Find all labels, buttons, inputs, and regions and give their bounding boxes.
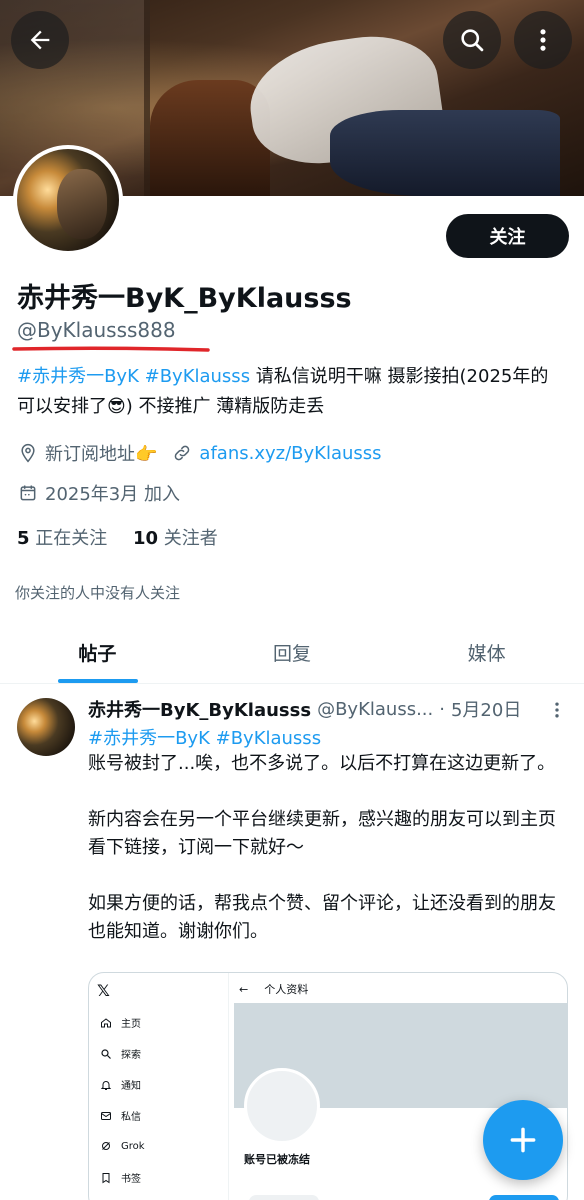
post-author-handle[interactable]: @ByKlauss... [317, 699, 433, 720]
embed-nav-label: 主页 [121, 1019, 141, 1030]
followers-stat[interactable]: 10 关注者 [133, 528, 218, 549]
link-icon [171, 442, 193, 464]
profile-bio: #赤井秀一ByK #ByKlausss 请私信说明干嘛 摄影接拍(2025年的可… [17, 362, 562, 422]
search-icon [461, 29, 484, 52]
embed-nav-label: 探索 [121, 1050, 141, 1061]
embed-top-bar: ← 个人资料 [239, 981, 308, 997]
post-separator: · [439, 698, 445, 720]
bio-hashtags[interactable]: #赤井秀一ByK #ByKlausss [17, 366, 250, 387]
embed-sidebar: 𝕏 主页 探索 通知 私信 Grok 书签 [89, 973, 229, 1200]
profile-stats: 5 正在关注 10 关注者 [17, 524, 218, 550]
profile-name: 赤井秀一ByK_ByKlausss [17, 283, 352, 314]
profile-meta-row: 新订阅地址👉 afans.xyz/ByKlausss [17, 440, 382, 466]
embed-page-title: 个人资料 [264, 983, 309, 996]
embed-nav-explore: 探索 [99, 1046, 141, 1061]
post-author-name[interactable]: 赤井秀一ByK_ByKlausss [88, 696, 311, 722]
bell-icon [99, 1078, 113, 1092]
profile-joined-date: 2025年3月 加入 [45, 484, 180, 505]
embed-nav-notifications: 通知 [99, 1077, 141, 1092]
embed-placeholder-bar [249, 1195, 319, 1200]
embed-nav-bookmarks: 书签 [99, 1170, 141, 1185]
bio-text-2: ) 不接推广 薄精版防走丢 [125, 396, 325, 417]
tab-media[interactable]: 媒体 [389, 622, 584, 683]
back-button[interactable] [11, 11, 69, 69]
post-more-button[interactable] [545, 698, 569, 722]
embed-placeholder-button [489, 1195, 559, 1200]
followers-count: 10 [133, 528, 159, 549]
embed-nav-label: 通知 [121, 1081, 141, 1092]
profile-handle: @ByKlausss888 [17, 318, 176, 342]
following-label: 正在关注 [35, 528, 108, 549]
tab-replies[interactable]: 回复 [195, 622, 390, 683]
x-logo-icon: 𝕏 [97, 981, 110, 1000]
back-arrow-icon [30, 30, 50, 50]
post-body: 账号被封了...唉，也不多说了。以后不打算在这边更新了。 新内容会在另一个平台继… [88, 753, 556, 942]
bio-emoji: 😎 [107, 396, 126, 417]
follow-button[interactable]: 关注 [446, 214, 569, 258]
avatar-face [57, 169, 107, 239]
embed-nav-messages: 私信 [99, 1108, 141, 1123]
followers-you-know-note: 你关注的人中没有人关注 [15, 584, 181, 602]
profile-location: 新订阅地址👉 [45, 444, 158, 465]
post-header: 赤井秀一ByK_ByKlausss @ByKlauss... · 5月20日 [88, 696, 521, 722]
profile-joined-row: 2025年3月 加入 [17, 480, 180, 506]
following-count: 5 [17, 528, 30, 549]
embed-nav-home: 主页 [99, 1015, 141, 1030]
handle-underline-mark [12, 346, 210, 352]
tab-posts[interactable]: 帖子 [0, 622, 195, 683]
bookmark-icon [99, 1171, 113, 1185]
embed-nav-label: 书签 [121, 1174, 141, 1185]
followers-label: 关注者 [163, 528, 218, 549]
calendar-icon [17, 482, 39, 504]
post-author-avatar[interactable] [17, 698, 75, 756]
grok-icon [99, 1139, 113, 1153]
location-pin-icon [17, 442, 39, 464]
compose-post-button[interactable] [483, 1100, 563, 1180]
home-icon [99, 1016, 113, 1030]
search-icon [99, 1047, 113, 1061]
plus-icon [510, 1127, 536, 1153]
profile-tabs: 帖子 回复 媒体 [0, 622, 584, 684]
search-button[interactable] [443, 11, 501, 69]
embed-nav-label: 私信 [121, 1112, 141, 1123]
post-hashtags[interactable]: #赤井秀一ByK #ByKlausss [88, 724, 321, 750]
more-vertical-icon [555, 702, 559, 718]
profile-website-link[interactable]: afans.xyz/ByKlausss [199, 443, 381, 464]
more-options-button[interactable] [514, 11, 572, 69]
following-stat[interactable]: 5 正在关注 [17, 528, 107, 549]
more-vertical-icon [540, 29, 546, 51]
embed-frozen-label: 账号已被冻结 [244, 1153, 310, 1166]
post-date[interactable]: 5月20日 [451, 696, 521, 722]
banner-figure-legs [330, 110, 560, 196]
embed-profile-avatar [244, 1068, 320, 1144]
envelope-icon [99, 1109, 113, 1123]
embed-nav-grok: Grok [99, 1139, 145, 1153]
embed-nav-label: Grok [121, 1140, 145, 1152]
profile-avatar[interactable] [13, 145, 123, 255]
embed-back-arrow-icon: ← [239, 982, 249, 996]
